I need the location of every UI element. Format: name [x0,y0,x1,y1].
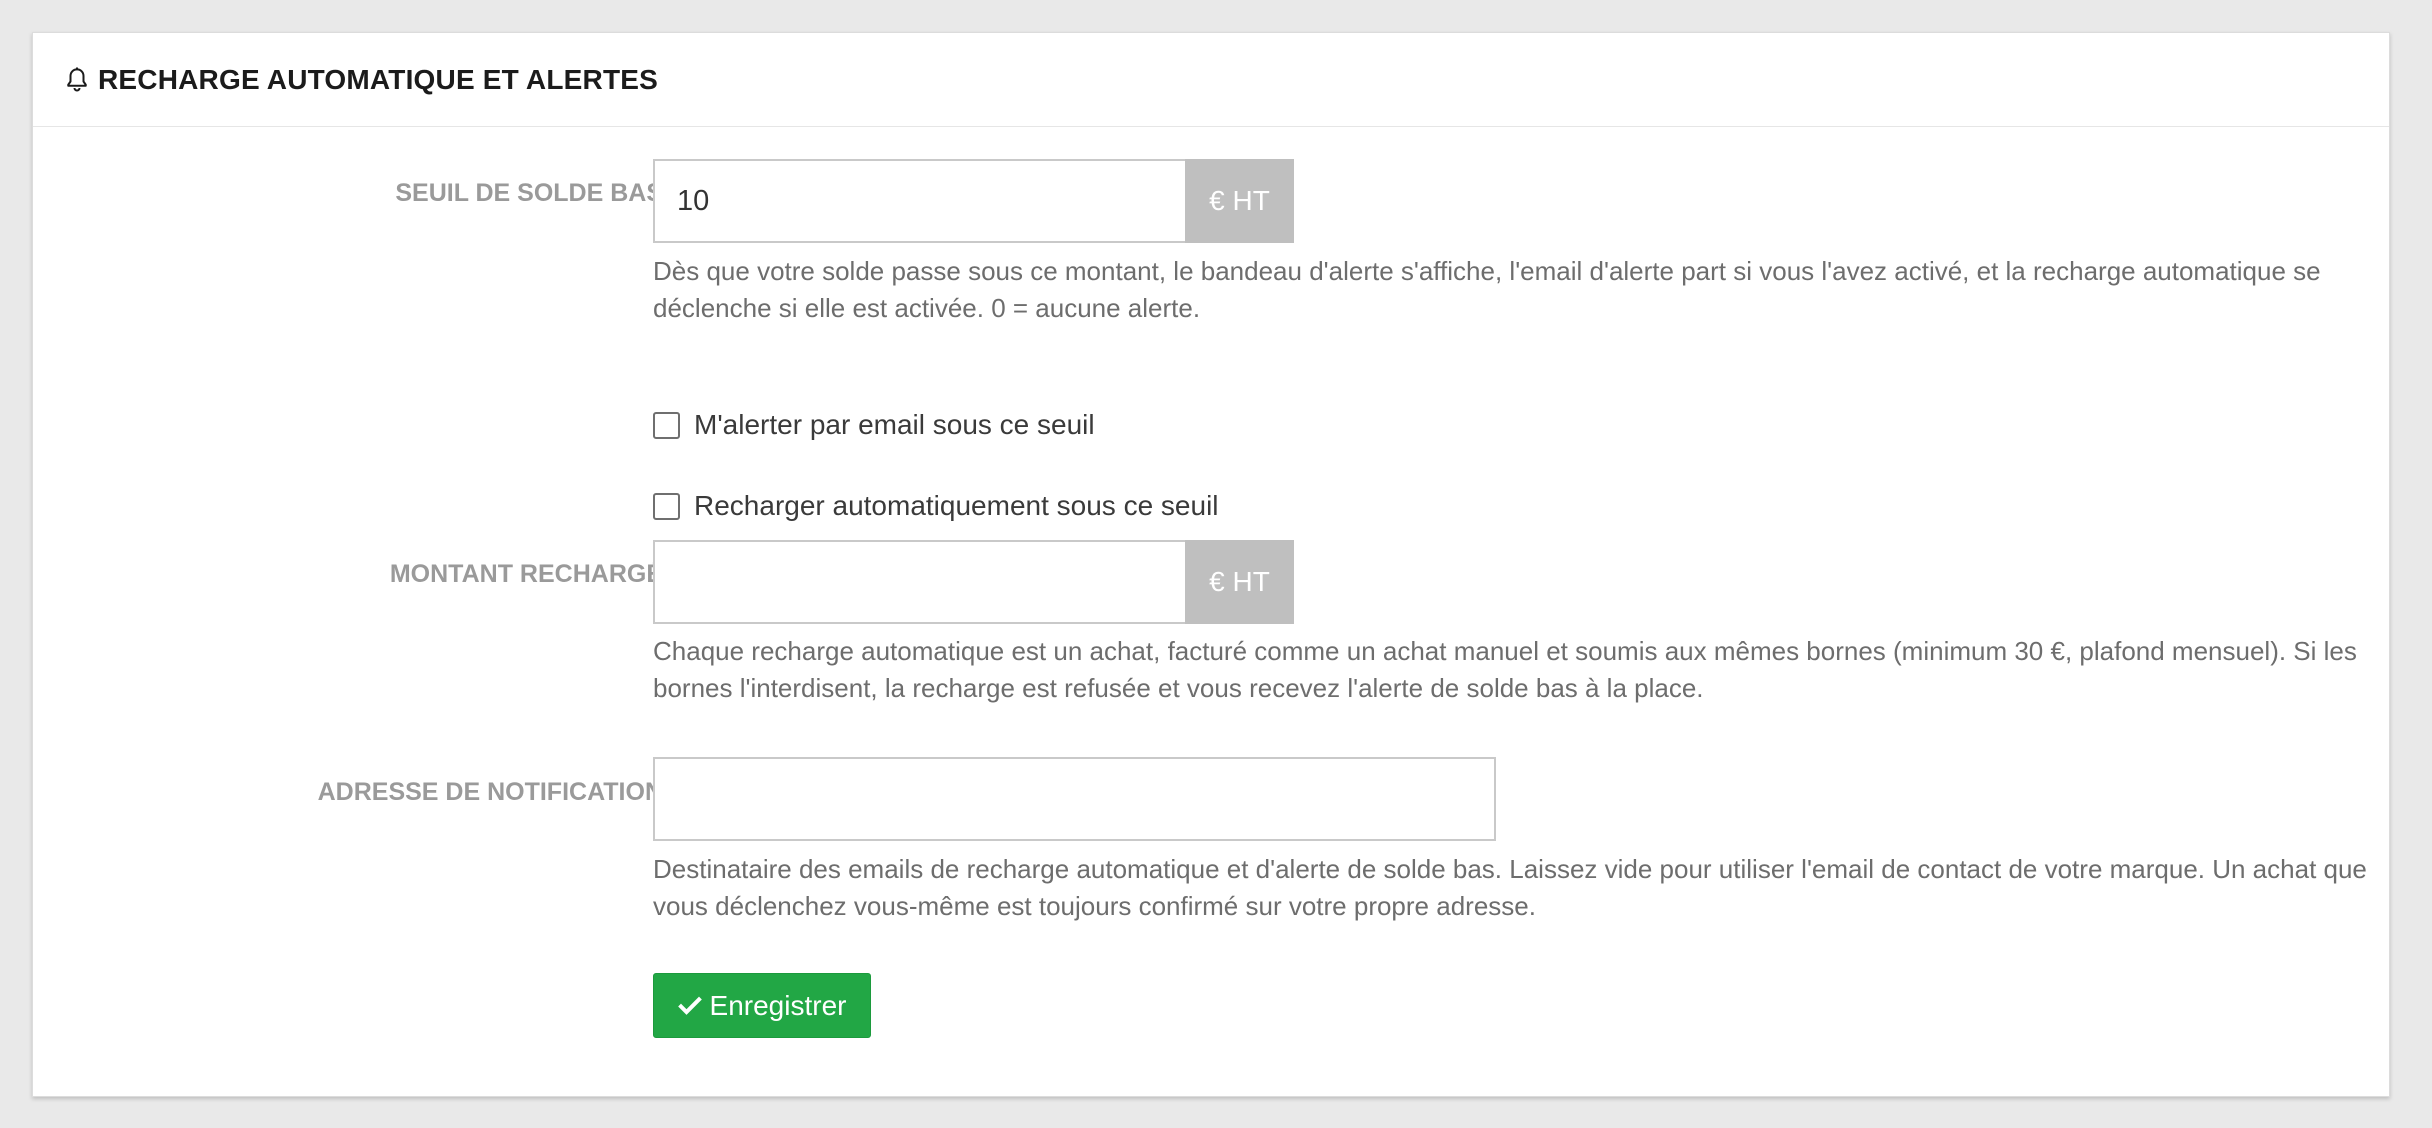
email-alert-checkbox[interactable] [653,411,680,439]
save-button-label: Enregistrer [709,989,847,1021]
settings-panel: RECHARGE AUTOMATIQUE ET ALERTES SEUIL DE… [32,32,2390,1097]
panel-title: RECHARGE AUTOMATIQUE ET ALERTES [98,63,658,95]
panel-header: RECHARGE AUTOMATIQUE ET ALERTES [33,33,2389,127]
threshold-label: SEUIL DE SOLDE BAS [395,179,663,207]
amount-unit-addon: € HT [1185,540,1294,624]
auto-recharge-checkbox-row[interactable]: Recharger automatiquement sous ce seuil [653,490,1219,522]
notification-label: ADRESSE DE NOTIFICATION [317,778,663,806]
email-alert-checkbox-row[interactable]: M'alerter par email sous ce seuil [653,409,1095,441]
notification-email-input[interactable] [653,757,1496,841]
amount-help: Chaque recharge automatique est un achat… [653,636,2357,703]
threshold-input[interactable] [653,159,1185,243]
save-button[interactable]: Enregistrer [653,973,871,1038]
auto-recharge-checkbox[interactable] [653,492,680,520]
amount-label: MONTANT RECHARGÉ [389,560,663,588]
threshold-unit-addon: € HT [1185,159,1294,243]
amount-input[interactable] [653,540,1185,624]
email-alert-label[interactable]: M'alerter par email sous ce seuil [694,409,1095,441]
auto-recharge-label[interactable]: Recharger automatiquement sous ce seuil [694,490,1219,522]
amount-input-group: € HT [653,540,1294,624]
threshold-help: Dès que votre solde passe sous ce montan… [653,256,2321,323]
threshold-input-group: € HT [653,159,1294,243]
notification-help: Destinataire des emails de recharge auto… [653,854,2367,921]
check-icon [677,996,702,1015]
bell-icon [67,67,87,91]
